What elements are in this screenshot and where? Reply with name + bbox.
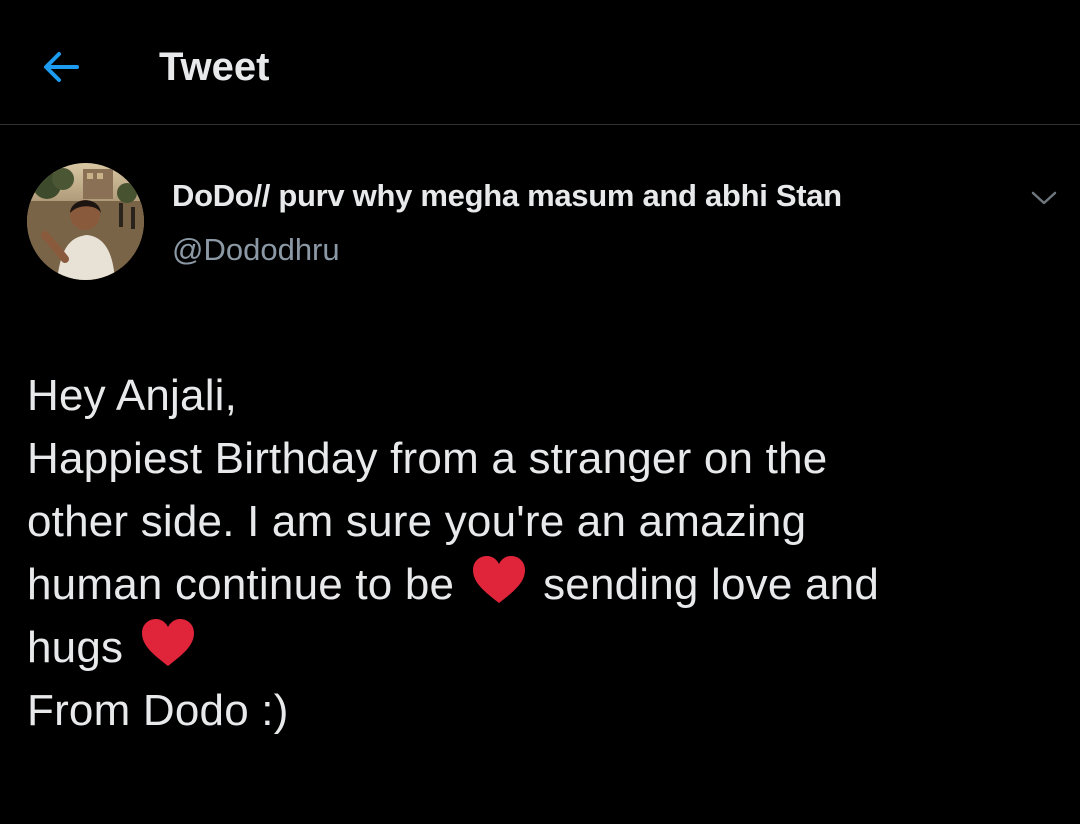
- tweet-line: Happiest Birthday from a stranger on the: [27, 434, 828, 483]
- arrow-left-icon: [44, 52, 79, 82]
- tweet-text-segment: hugs: [27, 623, 124, 672]
- back-button[interactable]: [36, 42, 86, 92]
- tweet-text-segment: sending love and: [543, 560, 879, 609]
- avatar[interactable]: [27, 163, 144, 280]
- red-heart-icon: [472, 556, 525, 603]
- tweet-text-segment: human continue to be: [27, 560, 455, 609]
- page-title: Tweet: [159, 45, 270, 89]
- profile-photo: [27, 163, 144, 280]
- tweet-line-with-emoji: human continue to be sending love and: [27, 553, 1057, 616]
- tweet-text: Hey Anjali, Happiest Birthday from a str…: [27, 364, 1057, 742]
- author-display-name[interactable]: DoDo// purv why megha masum and abhi Sta…: [172, 178, 842, 214]
- tweet-line: other side. I am sure you're an amazing: [27, 497, 807, 546]
- author-handle[interactable]: @Dododhru: [172, 232, 340, 268]
- chevron-down-icon: [1031, 191, 1057, 205]
- tweet-menu-button[interactable]: [1024, 180, 1064, 216]
- tweet-line: Hey Anjali,: [27, 371, 238, 420]
- tweet-line-with-emoji: hugs: [27, 616, 1057, 679]
- top-app-bar: Tweet: [0, 0, 1080, 125]
- red-heart-icon: [141, 619, 194, 666]
- tweet-line: From Dodo :): [27, 686, 289, 735]
